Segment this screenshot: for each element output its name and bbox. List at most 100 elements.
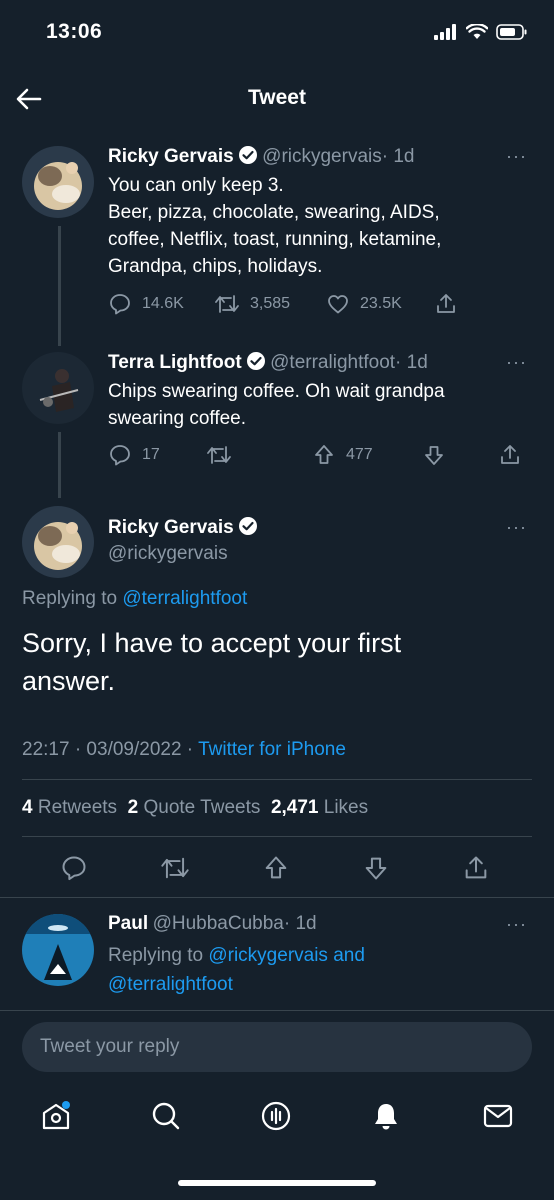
main-reply-button[interactable] — [60, 854, 88, 882]
tweet1-text-line: Grandpa, chips, holidays. — [108, 256, 323, 277]
replying-label: Replying to — [22, 588, 118, 609]
share-icon — [465, 856, 487, 879]
nav-messages[interactable] — [482, 1100, 514, 1132]
main-tweet-name[interactable]: Ricky Gervais — [108, 517, 234, 538]
main-tweet-more-button[interactable]: ··· — [506, 517, 527, 538]
tweet2-text: Chips swearing coffee. Oh wait grandpa s… — [108, 378, 445, 432]
reply-placeholder: Tweet your reply — [40, 1036, 180, 1057]
main-tweet-text: Sorry, I have to accept your first answe… — [22, 624, 401, 700]
reply-icon — [110, 445, 130, 466]
divider — [22, 836, 532, 837]
reply1-replying-link[interactable]: @terralightfoot — [108, 974, 233, 995]
tweet2-name[interactable]: Terra Lightfoot — [108, 352, 242, 373]
main-tweet-replying-row: Replying to @terralightfoot — [22, 588, 247, 610]
verified-icon — [238, 517, 257, 535]
tweet1-reply-button[interactable]: 14.6K — [108, 292, 184, 316]
main-retweet-button[interactable] — [160, 854, 190, 882]
tweet2-upvote-button[interactable]: 477 — [312, 443, 373, 467]
tweet2-header: Terra Lightfoot @terralightfoot· 1d — [108, 351, 428, 374]
notifications-icon — [375, 1104, 397, 1130]
downvote-icon — [365, 857, 387, 880]
tweet1-like-count: 23.5K — [360, 295, 402, 312]
main-tweet-meta: 22:17 · 03/09/2022 · Twitter for iPhone — [22, 739, 346, 761]
main-tweet-source[interactable]: Twitter for iPhone — [198, 739, 346, 760]
nav-notifications[interactable] — [370, 1100, 402, 1132]
quotes-label: Quote Tweets — [143, 797, 261, 818]
tweet2-reply-count: 17 — [142, 446, 160, 463]
page-title: Tweet — [248, 86, 306, 109]
likes-count: 2,471 — [270, 797, 319, 818]
avatar-ricky[interactable] — [22, 146, 94, 218]
tweet1-text-line: Beer, pizza, chocolate, swearing, AIDS, — [108, 202, 440, 223]
reply1-name[interactable]: Paul — [108, 913, 148, 934]
tweet2-time: · 1d — [395, 352, 428, 373]
main-tweet-handle[interactable]: @rickygervais — [108, 543, 228, 565]
tweet1-more-button[interactable]: ··· — [506, 146, 527, 167]
home-indicator — [178, 1180, 376, 1186]
nav-search[interactable] — [150, 1100, 182, 1132]
tweet1-text: You can only keep 3. Beer, pizza, chocol… — [108, 172, 441, 280]
tweet1-retweet-count: 3,585 — [250, 295, 291, 312]
main-tweet-text-line: answer. — [22, 666, 116, 696]
avatar-ricky-main[interactable] — [22, 506, 94, 578]
tweet1-header: Ricky Gervais @rickygervais· 1d — [108, 145, 415, 168]
retweet-icon — [207, 446, 231, 464]
quotes-stat[interactable]: 2 Quote Tweets — [128, 797, 261, 818]
share-icon — [501, 445, 519, 464]
main-tweet-timestamp[interactable]: 22:17 · 03/09/2022 · — [22, 739, 193, 760]
status-time: 13:06 — [46, 20, 103, 43]
main-tweet-text-line: Sorry, I have to accept your first — [22, 628, 402, 658]
tweet1-share-button[interactable] — [434, 292, 458, 316]
likes-stat[interactable]: 2,471 Likes — [271, 797, 368, 818]
tweet1-text-line: You can only keep 3. — [108, 175, 284, 196]
quotes-count: 2 — [127, 797, 139, 818]
nav-home[interactable] — [40, 1100, 72, 1132]
signal-icon — [434, 24, 456, 40]
tweet2-text-line: swearing coffee. — [108, 408, 247, 429]
downvote-icon — [425, 446, 443, 465]
reply1-replying: Replying to @rickygervais and @terraligh… — [108, 941, 365, 999]
main-downvote-button[interactable] — [362, 854, 390, 882]
tweet1-like-button[interactable]: 23.5K — [326, 292, 402, 316]
search-icon — [152, 1102, 180, 1130]
reply1-replying-link[interactable]: @rickygervais and — [208, 945, 365, 966]
likes-label: Likes — [323, 797, 369, 818]
tweet1-retweet-button[interactable]: 3,585 — [214, 292, 290, 316]
reply1-handle[interactable]: @HubbaCubba — [153, 913, 284, 934]
nav-spaces[interactable] — [260, 1100, 292, 1132]
status-icons — [434, 24, 528, 40]
spaces-icon — [261, 1101, 291, 1131]
reply1-replying-label: Replying to — [108, 945, 204, 966]
battery-icon — [496, 24, 527, 40]
tweet2-reply-button[interactable]: 17 — [108, 443, 160, 467]
retweets-stat[interactable]: 4 Retweets — [22, 797, 117, 818]
tweet2-text-line: Chips swearing coffee. Oh wait grandpa — [108, 381, 445, 402]
tweet2-downvote-button[interactable] — [422, 443, 446, 467]
avatar-paul[interactable] — [22, 914, 94, 986]
tweet2-share-button[interactable] — [498, 443, 522, 467]
tweet1-handle[interactable]: @rickygervais — [262, 146, 382, 167]
main-tweet-stats: 4 Retweets 2 Quote Tweets 2,471 Likes — [22, 797, 368, 819]
tweet2-handle[interactable]: @terralightfoot — [270, 352, 395, 373]
retweets-count: 4 — [22, 797, 33, 818]
tweet2-retweet-button[interactable] — [206, 443, 232, 467]
thread-line — [58, 226, 61, 346]
messages-icon — [483, 1104, 513, 1128]
tweet2-upvote-count: 477 — [346, 446, 373, 463]
divider — [22, 779, 532, 780]
reply-icon — [62, 856, 86, 881]
main-upvote-button[interactable] — [262, 854, 290, 882]
reply-icon — [110, 294, 130, 315]
tweet1-text-line: coffee, Netflix, toast, running, ketamin… — [108, 229, 442, 250]
replying-to-link[interactable]: @terralightfoot — [122, 588, 247, 609]
retweets-label: Retweets — [37, 797, 118, 818]
wifi-icon — [466, 24, 488, 39]
avatar-terra[interactable] — [22, 352, 94, 424]
reply1-more-button[interactable]: ··· — [506, 914, 527, 935]
tweet1-name[interactable]: Ricky Gervais — [108, 146, 234, 167]
share-icon — [437, 294, 455, 313]
retweet-icon — [161, 857, 189, 879]
main-share-button[interactable] — [462, 854, 490, 882]
like-icon — [328, 295, 348, 314]
tweet2-more-button[interactable]: ··· — [506, 352, 527, 373]
